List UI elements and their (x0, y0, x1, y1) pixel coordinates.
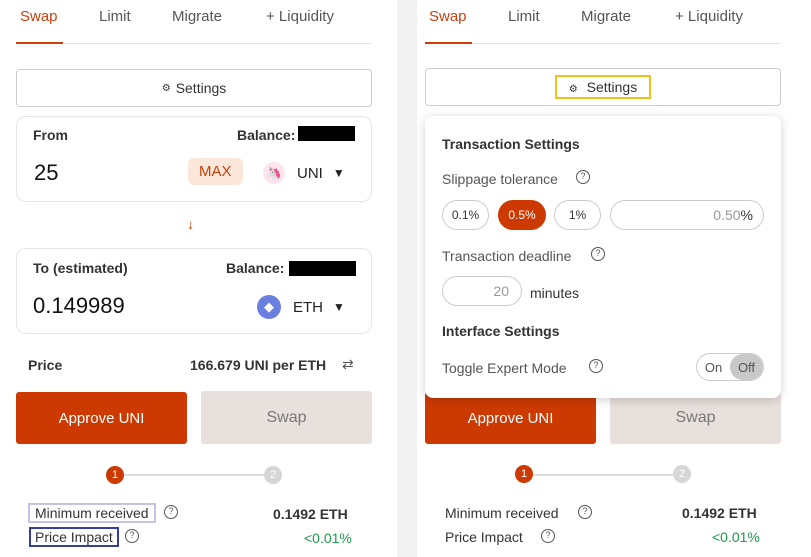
from-balance-label: Balance: (237, 127, 296, 143)
active-tab-indicator (16, 42, 63, 44)
slippage-tolerance-label: Slippage tolerance (442, 171, 558, 187)
price-impact-label: Price Impact (445, 529, 523, 545)
deadline-input[interactable]: 20 (442, 276, 522, 306)
minimum-received-label: Minimum received (28, 503, 156, 523)
slippage-unit: % (740, 207, 753, 223)
chevron-down-icon: ▼ (332, 166, 345, 180)
step-2-indicator: 2 (673, 465, 691, 483)
from-token-symbol: UNI (297, 164, 323, 182)
help-icon[interactable]: ? (578, 505, 592, 519)
to-card: To (estimated) Balance: 0.149989 ◆ ETH ▼ (16, 248, 372, 334)
step-1-indicator: 1 (515, 465, 533, 483)
expert-mode-toggle[interactable]: On Off (696, 353, 764, 381)
eth-token-icon: ◆ (257, 295, 281, 319)
tab-limit[interactable]: Limit (99, 8, 131, 25)
settings-dropdown: Transaction Settings Slippage tolerance … (425, 116, 781, 398)
gear-icon: ⚙ (568, 84, 578, 95)
slippage-option-1[interactable]: 1% (554, 200, 601, 230)
max-button[interactable]: MAX (188, 158, 243, 185)
settings-label: Settings (175, 80, 227, 96)
step-1-indicator: 1 (106, 466, 124, 484)
from-label: From (33, 127, 68, 143)
to-amount-input[interactable]: 0.149989 (33, 293, 125, 319)
help-icon[interactable]: ? (125, 529, 139, 543)
price-value: 166.679 UNI per ETH (190, 357, 327, 373)
to-token-symbol: ETH (293, 298, 323, 316)
from-amount-input[interactable]: 25 (34, 160, 58, 186)
gear-icon: ⚙ (161, 82, 171, 94)
settings-label: Settings (586, 79, 638, 95)
minimum-received-value: 0.1492 ETH (682, 505, 757, 521)
slippage-custom-input[interactable]: 0.50 % (610, 200, 764, 230)
approve-uni-button[interactable]: Approve UNI (425, 392, 596, 444)
settings-button[interactable]: ⚙ Settings (425, 68, 781, 106)
deadline-placeholder: 20 (493, 283, 509, 299)
settings-button[interactable]: ⚙ Settings (16, 69, 372, 107)
slippage-option-0-5[interactable]: 0.5% (498, 200, 546, 230)
chevron-down-icon: ▼ (333, 300, 345, 314)
settings-highlight: ⚙ Settings (554, 75, 652, 99)
swap-button[interactable]: Swap (201, 391, 372, 444)
step-progress-line (124, 474, 274, 476)
help-icon[interactable]: ? (589, 359, 603, 373)
price-impact-label: Price Impact (29, 527, 119, 547)
interface-settings-title: Interface Settings (442, 323, 560, 339)
price-impact-value: <0.01% (304, 530, 352, 546)
expert-mode-label: Toggle Expert Mode (442, 360, 567, 376)
help-icon[interactable]: ? (576, 170, 590, 184)
tab-migrate[interactable]: Migrate (172, 8, 222, 25)
help-icon[interactable]: ? (164, 505, 178, 519)
help-icon[interactable]: ? (591, 247, 605, 261)
from-token-selector[interactable]: 🦄 UNI ▼ (263, 162, 345, 184)
to-token-selector[interactable]: ◆ ETH ▼ (257, 295, 345, 319)
tab-limit[interactable]: Limit (508, 8, 540, 25)
to-balance-label: Balance: (226, 260, 285, 276)
uni-token-icon: 🦄 (263, 162, 285, 184)
approve-uni-button[interactable]: Approve UNI (16, 392, 187, 444)
step-progress-line (533, 474, 683, 476)
transaction-deadline-label: Transaction deadline (442, 248, 572, 264)
arrow-down-icon[interactable]: ↓ (187, 216, 194, 232)
swap-price-direction-icon[interactable]: ⇄ (342, 356, 354, 373)
transaction-settings-title: Transaction Settings (442, 136, 580, 152)
tab-bar: Swap Limit Migrate + Liquidity (425, 0, 781, 44)
slippage-custom-placeholder: 0.50 (713, 207, 741, 223)
slippage-option-0-1[interactable]: 0.1% (442, 200, 489, 230)
minimum-received-value: 0.1492 ETH (273, 506, 348, 522)
active-tab-indicator (425, 42, 472, 44)
price-impact-value: <0.01% (712, 529, 760, 545)
tab-bar: Swap Limit Migrate + Liquidity (16, 0, 372, 44)
to-label: To (estimated) (33, 260, 128, 276)
tab-liquidity[interactable]: + Liquidity (266, 8, 334, 25)
price-label: Price (28, 357, 63, 373)
from-card: From Balance: 25 MAX 🦄 UNI ▼ (16, 116, 372, 202)
redacted-balance (298, 126, 355, 141)
toggle-off-option: Off (730, 354, 763, 380)
redacted-balance (289, 261, 356, 276)
swap-button[interactable]: Swap (610, 391, 781, 444)
minimum-received-label: Minimum received (445, 505, 559, 521)
tab-swap[interactable]: Swap (429, 8, 467, 25)
tab-liquidity[interactable]: + Liquidity (675, 8, 743, 25)
help-icon[interactable]: ? (541, 529, 555, 543)
toggle-on-option: On (704, 359, 723, 375)
tab-swap[interactable]: Swap (20, 8, 58, 25)
step-2-indicator: 2 (264, 466, 282, 484)
deadline-unit: minutes (530, 285, 580, 301)
swap-panel-left: Swap Limit Migrate + Liquidity ⚙ Setting… (0, 0, 380, 557)
tab-migrate[interactable]: Migrate (581, 8, 631, 25)
